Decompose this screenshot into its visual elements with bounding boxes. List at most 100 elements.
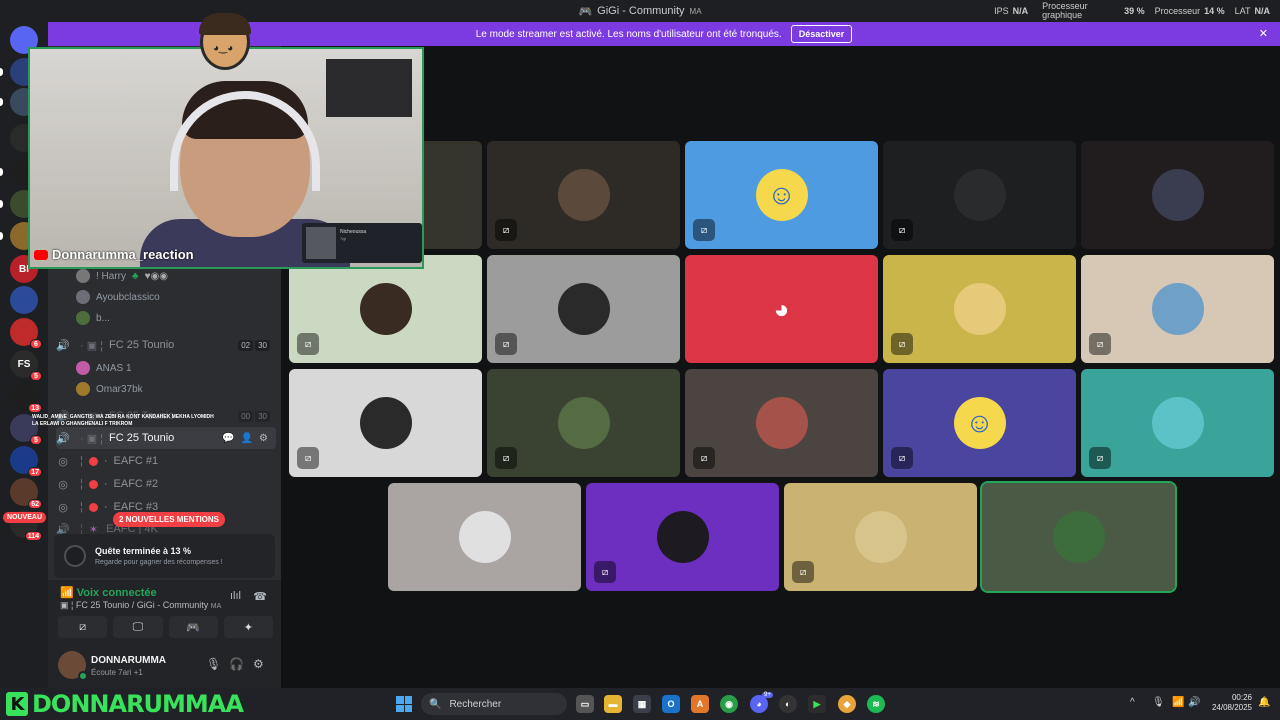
user-avatar: [1052, 511, 1105, 563]
new-badge[interactable]: NOUVEAU: [3, 512, 47, 523]
spotify-icon[interactable]: ≋: [867, 695, 885, 713]
app-icon[interactable]: ◐: [779, 695, 797, 713]
unread-badge: 6: [30, 339, 42, 349]
discord-badge: 9+: [762, 692, 773, 698]
signal-icon: 📶: [60, 587, 74, 599]
invite-icon[interactable]: 👤: [241, 433, 253, 444]
voice-user[interactable]: b...: [76, 308, 110, 328]
voice-user[interactable]: ! Harry ♣ ♥◉◉: [76, 266, 168, 286]
participant-tile[interactable]: ◕: [685, 255, 878, 363]
user-avatar: [557, 397, 610, 449]
channel-label: Donnarumma_reaction: [34, 247, 194, 262]
microphone-icon[interactable]: 🎙: [1152, 697, 1165, 708]
quest-card[interactable]: Quête terminée à 13 % Regarde pour gagne…: [54, 534, 275, 578]
taskbar-search[interactable]: 🔍 Rechercher: [421, 693, 567, 715]
chrome-icon[interactable]: ◉: [720, 695, 738, 713]
stage-channel[interactable]: ◎ ¦ · EAFC #1: [56, 450, 276, 472]
voice-user[interactable]: Ayoubclassico: [76, 287, 160, 307]
user-avatar: [656, 511, 709, 563]
mic-muted-icon: ⧄: [792, 561, 814, 583]
camera-off-button[interactable]: ⧄: [58, 616, 108, 638]
clock[interactable]: 00:26 24/08/2025: [1206, 693, 1252, 713]
task-view-icon[interactable]: ▭: [576, 695, 594, 713]
start-button[interactable]: [396, 696, 412, 712]
music-player-widget: Nicheoussa 7igi: [302, 223, 422, 263]
soundboard-button[interactable]: ✦: [223, 616, 273, 638]
red-circle-icon: [88, 502, 98, 512]
participant-tile[interactable]: [980, 481, 1177, 593]
separator: · ▣ ¦: [80, 339, 104, 352]
voice-connected-label[interactable]: 📶 Voix connectée: [60, 586, 157, 599]
speaker-icon: 🔊: [56, 432, 70, 445]
volume-icon[interactable]: 🔊: [1188, 697, 1200, 708]
store-icon[interactable]: ▦: [633, 695, 651, 713]
voice-channel[interactable]: 🔊 · ▣ ¦ FC 25 Tounio 02 30: [56, 334, 276, 356]
participant-tile[interactable]: ⧄: [883, 255, 1076, 363]
activity-button[interactable]: 🎮: [168, 616, 218, 638]
tv-shape: [326, 59, 412, 117]
play-icon[interactable]: ▶: [808, 695, 826, 713]
avatar[interactable]: [58, 651, 88, 681]
participant-tile[interactable]: ⧄: [289, 369, 482, 477]
user-avatar: [557, 283, 610, 335]
chat-icon[interactable]: 💬: [222, 433, 234, 444]
participant-tile[interactable]: ⧄: [586, 483, 779, 591]
quest-progress-icon: [64, 545, 86, 567]
participant-tile[interactable]: ⧄: [289, 255, 482, 363]
participant-tile[interactable]: ⧄: [1081, 369, 1274, 477]
gear-icon[interactable]: ⚙: [259, 433, 268, 444]
server-icon[interactable]: 17: [10, 446, 42, 477]
headset-icon[interactable]: 🎧: [229, 657, 244, 671]
participant-tile[interactable]: ⧄: [685, 369, 878, 477]
notification-icon[interactable]: 🔔: [1258, 697, 1270, 708]
mic-muted-icon: ⧄: [891, 333, 913, 355]
mascot-avatar-icon: ☺: [755, 169, 808, 221]
participant-tile[interactable]: ☺ ⧄: [883, 369, 1076, 477]
stage-channel[interactable]: ◎ ¦ · EAFC #2: [56, 473, 276, 495]
separator: · ▣ ¦: [80, 432, 104, 445]
user-avatar: [76, 382, 90, 396]
voice-user[interactable]: ANAS 1: [76, 358, 132, 378]
stream-brand: K DONNARUMMAA: [6, 690, 244, 718]
microphone-icon[interactable]: 🎙: [206, 657, 221, 671]
participant-tile[interactable]: ⧄: [1081, 255, 1274, 363]
voice-user[interactable]: Omar37bk: [76, 379, 143, 399]
chevron-up-icon[interactable]: ^: [1130, 697, 1135, 708]
participant-tile[interactable]: ☺ ⧄: [685, 141, 878, 249]
participant-tile[interactable]: [1081, 141, 1274, 249]
participant-tile[interactable]: [388, 483, 581, 591]
server-icon[interactable]: 62: [10, 478, 42, 509]
server-icon[interactable]: [10, 286, 38, 314]
unread-badge: 17: [28, 467, 42, 477]
participant-tile[interactable]: ⧄: [487, 141, 680, 249]
app-icon[interactable]: A: [691, 695, 709, 713]
participant-tile[interactable]: ⧄: [487, 369, 680, 477]
separator: ¦: [80, 501, 83, 513]
user-avatar: [1151, 397, 1204, 449]
new-mentions-pill[interactable]: 2 NOUVELLES MENTIONS: [113, 512, 226, 527]
close-icon[interactable]: ✕: [1259, 27, 1268, 40]
mic-muted-icon: ⧄: [297, 333, 319, 355]
app-root: 🎮 GiGi - Community MA IPS N/A Processeur…: [0, 0, 1280, 720]
voice-channel-selected[interactable]: 🔊 · ▣ ¦ FC 25 Tounio 💬 👤 ⚙: [56, 427, 276, 449]
gear-icon[interactable]: ⚙: [253, 657, 264, 671]
disconnect-icon[interactable]: ☎: [253, 590, 267, 603]
participant-tile[interactable]: ⧄: [883, 141, 1076, 249]
user-avatar: [359, 283, 412, 335]
user-avatar: [1151, 283, 1204, 335]
participant-tile[interactable]: ⧄: [784, 483, 977, 591]
participant-tile[interactable]: ⧄: [487, 255, 680, 363]
user-avatar: [953, 169, 1006, 221]
user-panel: DONNARUMMA Écoute 7ari +1 🎙 🎧 ⚙: [48, 644, 281, 688]
outlook-icon[interactable]: O: [662, 695, 680, 713]
mascot-avatar: ◕‿◕: [199, 13, 251, 70]
server-icon[interactable]: 6: [10, 318, 42, 349]
server-icon[interactable]: 13: [10, 382, 42, 413]
screen-share-button[interactable]: 🖵: [113, 616, 163, 638]
app-icon[interactable]: ◆: [838, 695, 856, 713]
file-explorer-icon[interactable]: ▬: [604, 695, 622, 713]
disable-streamer-button[interactable]: Désactiver: [790, 25, 853, 43]
noise-suppression-icon[interactable]: ılıl: [230, 590, 241, 602]
wifi-icon[interactable]: 📶: [1172, 697, 1184, 708]
server-icon[interactable]: FS 5: [10, 350, 42, 381]
